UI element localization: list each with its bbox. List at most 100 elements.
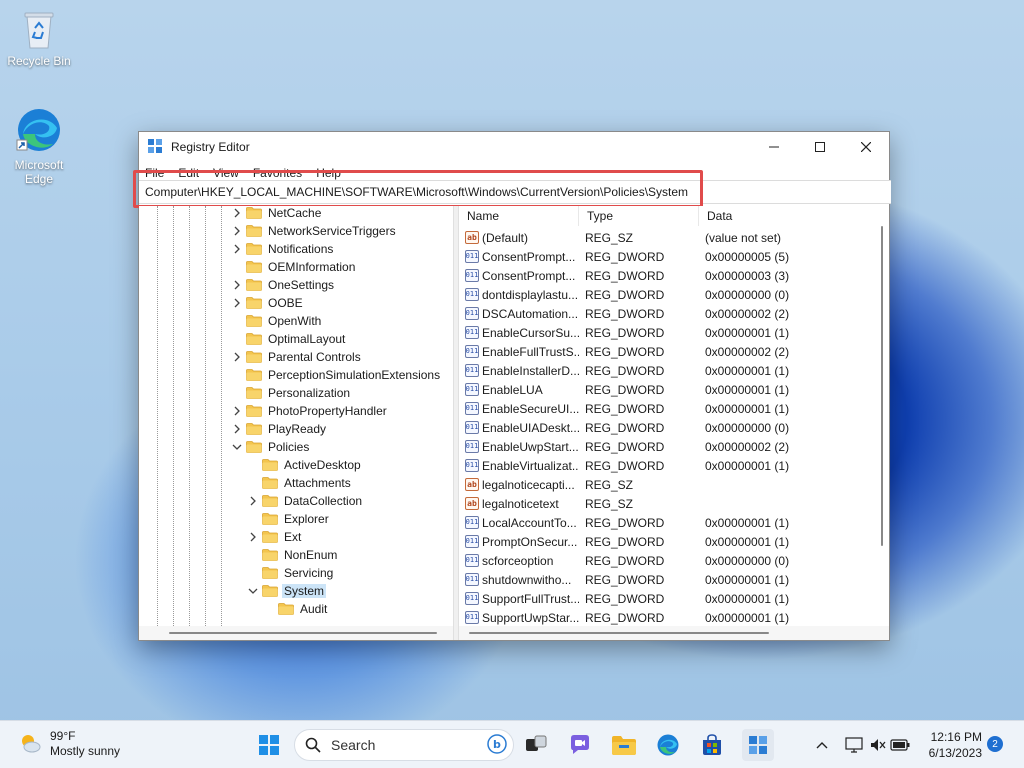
task-view-button[interactable] [522,731,550,759]
recycle-bin-desktop-icon[interactable]: Recycle Bin [2,10,76,68]
value-row[interactable]: 011 SupportUwpStar... REG_DWORD 0x00000001 … [459,608,869,626]
chevron-right-icon[interactable] [231,297,243,309]
edge-taskbar-button[interactable] [654,731,682,759]
value-row[interactable]: 011 PromptOnSecur... REG_DWORD 0x00000001 (… [459,532,869,551]
chevron-right-icon[interactable] [231,405,243,417]
value-row[interactable]: 011 SupportFullTrust... REG_DWORD 0x0000000… [459,589,869,608]
menu-file[interactable]: File [145,166,164,180]
tree-item-photopropertyhandler[interactable]: PhotoPropertyHandler [231,402,389,420]
value-row[interactable]: 011 EnableLUA REG_DWORD 0x00000001 (1) [459,380,869,399]
chevron-right-icon[interactable] [247,531,259,543]
show-hidden-icons-button[interactable] [808,731,836,759]
chevron-down-icon[interactable] [231,441,243,453]
value-row[interactable]: 011 dontdisplaylastu... REG_DWORD 0x0000000… [459,285,869,304]
value-data: 0x00000001 (1) [705,534,790,549]
value-row[interactable]: 011 ConsentPrompt... REG_DWORD 0x00000005 (… [459,247,869,266]
menu-edit[interactable]: Edit [178,166,199,180]
menu-help[interactable]: Help [316,166,341,180]
value-row[interactable]: 011 EnableInstallerD... REG_DWORD 0x0000000… [459,361,869,380]
value-row[interactable]: 011 DSCAutomation... REG_DWORD 0x00000002 (… [459,304,869,323]
tree-item-servicing[interactable]: Servicing [247,564,335,582]
folder-icon [246,369,262,381]
tree-item-netcache[interactable]: NetCache [231,206,323,222]
chevron-down-icon[interactable] [247,585,259,597]
column-header-type[interactable]: Type [579,206,699,226]
maximize-button[interactable] [797,132,843,162]
values-list-pane[interactable]: Name Type Data ab (Default) REG_SZ (value n… [459,206,889,626]
tree-item-oobe[interactable]: OOBE [231,294,305,312]
tree-item-ext[interactable]: Ext [247,528,303,546]
file-explorer-button[interactable] [610,731,638,759]
column-header-data[interactable]: Data [699,206,879,226]
value-row[interactable]: ab (Default) REG_SZ (value not set) [459,228,869,247]
tree-hscroll-thumb[interactable] [169,632,437,634]
value-row[interactable]: 011 ConsentPrompt... REG_DWORD 0x00000003 (… [459,266,869,285]
value-row[interactable]: 011 EnableVirtualizat... REG_DWORD 0x000000… [459,456,869,475]
value-row[interactable]: 011 EnableUIADeskt... REG_DWORD 0x00000000 … [459,418,869,437]
address-bar[interactable]: Computer\HKEY_LOCAL_MACHINE\SOFTWARE\Mic… [133,170,891,208]
title-bar[interactable]: Registry Editor [139,132,889,162]
tree-item-explorer[interactable]: Explorer [247,510,331,528]
value-row[interactable]: 011 EnableUwpStart... REG_DWORD 0x00000002 … [459,437,869,456]
values-vertical-scrollbar[interactable] [875,206,889,626]
values-vscroll-thumb[interactable] [881,226,883,546]
registry-editor-taskbar-button[interactable] [742,729,774,761]
value-row[interactable]: 011 EnableSecureUI... REG_DWORD 0x00000001 … [459,399,869,418]
minimize-button[interactable] [751,132,797,162]
value-row[interactable]: ab legalnoticecapti... REG_SZ [459,475,869,494]
tree-item-datacollection[interactable]: DataCollection [247,492,364,510]
store-button[interactable] [698,731,726,759]
close-button[interactable] [843,132,889,162]
value-row[interactable]: 011 LocalAccountTo... REG_DWORD 0x00000001 … [459,513,869,532]
taskbar-search-box[interactable]: Search b [294,729,514,761]
tree-item-networkservicetriggers[interactable]: NetworkServiceTriggers [231,222,398,240]
recycle-bin-label: Recycle Bin [7,54,71,68]
tree-item-policies[interactable]: Policies [231,438,311,456]
tree-item-playready[interactable]: PlayReady [231,420,328,438]
tree-item-audit[interactable]: Audit [263,600,329,618]
menu-view[interactable]: View [213,166,239,180]
edge-desktop-icon[interactable]: Microsoft Edge [2,106,76,186]
chevron-right-icon[interactable] [231,225,243,237]
clock[interactable]: 12:16 PM 6/13/2023 [920,729,982,761]
tree-item-perceptionsimulationextensions[interactable]: PerceptionSimulationExtensions [231,366,442,384]
tree-item-notifications[interactable]: Notifications [231,240,335,258]
window-title: Registry Editor [171,140,250,154]
chevron-right-icon[interactable] [231,243,243,255]
tree-item-openwith[interactable]: OpenWith [231,312,323,330]
tree-horizontal-scrollbar[interactable] [139,626,453,640]
tree-item-attachments[interactable]: Attachments [247,474,353,492]
tree-item-personalization[interactable]: Personalization [231,384,352,402]
start-button[interactable] [255,731,283,759]
chat-button[interactable] [566,731,594,759]
folder-icon [246,279,262,291]
tree-item-system[interactable]: System [247,582,327,600]
tree-item-activedesktop[interactable]: ActiveDesktop [247,456,363,474]
menu-favorites[interactable]: Favorites [253,166,302,180]
value-name: EnableSecureUI... [482,401,579,416]
column-header-name[interactable]: Name [459,206,579,226]
key-tree-pane[interactable]: NetCache NetworkServiceTriggers Notificati… [139,206,453,626]
chevron-right-icon[interactable] [231,207,243,219]
chevron-right-icon[interactable] [231,351,243,363]
battery-status[interactable] [886,731,914,759]
value-row[interactable]: 011 scforceoption REG_DWORD 0x00000000 (0) [459,551,869,570]
chevron-right-icon[interactable] [231,279,243,291]
chevron-right-icon[interactable] [231,423,243,435]
tree-item-onesettings[interactable]: OneSettings [231,276,336,294]
notification-badge[interactable]: 2 [987,736,1003,752]
values-hscroll-thumb[interactable] [469,632,769,634]
chevron-right-icon[interactable] [247,495,259,507]
value-row[interactable]: 011 EnableFullTrustS... REG_DWORD 0x0000000… [459,342,869,361]
bing-icon[interactable]: b [487,733,507,757]
values-horizontal-scrollbar[interactable] [459,626,889,640]
tree-item-oeminformation[interactable]: OEMInformation [231,258,357,276]
value-row[interactable]: 011 EnableCursorSu... REG_DWORD 0x00000001 … [459,323,869,342]
value-row[interactable]: ab legalnoticetext REG_SZ [459,494,869,513]
weather-widget[interactable]: 99°F Mostly sunny [18,729,120,759]
tree-item-nonenum[interactable]: NonEnum [247,546,339,564]
tree-item-parental-controls[interactable]: Parental Controls [231,348,363,366]
tree-item-optimallayout[interactable]: OptimalLayout [231,330,347,348]
task-view-icon [526,735,547,751]
value-row[interactable]: 011 shutdownwitho... REG_DWORD 0x00000001 (… [459,570,869,589]
